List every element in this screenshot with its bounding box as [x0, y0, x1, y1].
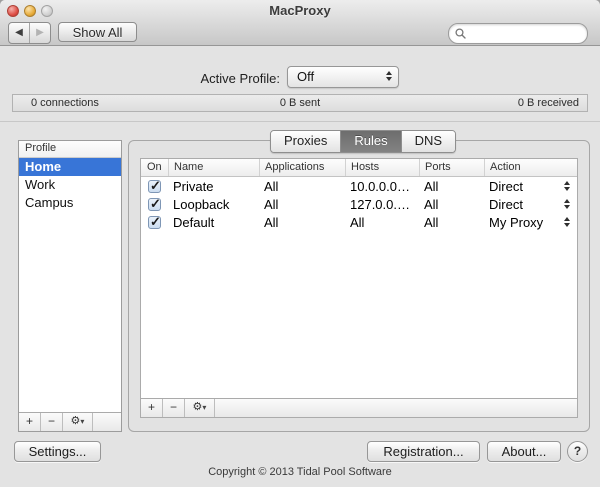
rule-enabled-checkbox[interactable]: ✓ [148, 195, 161, 211]
sidebar-item-campus[interactable]: Campus [19, 194, 121, 212]
back-icon: ◀ [15, 27, 23, 38]
bytes-sent: 0 B sent [279, 97, 321, 109]
stepper-down-icon [564, 205, 570, 209]
popup-stepper-icon [564, 181, 570, 191]
remove-profile-button[interactable]: − [41, 413, 63, 431]
macproxy-window: MacProxy ◀ ▶ Show All Active Profile: Of… [0, 0, 600, 487]
rule-enabled-checkbox[interactable]: ✓ [148, 213, 161, 229]
rules-toolbar: + − ⚙▾ [141, 398, 577, 417]
rule-ports: All [424, 196, 439, 212]
check-icon: ✓ [150, 177, 161, 193]
check-icon: ✓ [150, 195, 161, 211]
search-field[interactable] [448, 23, 588, 44]
active-profile-popup[interactable]: Off [287, 66, 399, 88]
column-header-applications[interactable]: Applications [259, 159, 345, 176]
rule-applications: All [264, 196, 279, 212]
add-rule-button[interactable]: + [141, 399, 163, 417]
rule-enabled-checkbox[interactable]: ✓ [148, 177, 161, 193]
rule-applications: All [264, 214, 279, 230]
rule-action-popup[interactable]: Direct [484, 179, 577, 194]
chevron-down-icon: ▾ [202, 403, 207, 412]
nav-button-group: ◀ ▶ [8, 22, 51, 44]
stepper-up-icon [564, 199, 570, 203]
search-input[interactable] [466, 26, 587, 41]
forward-button[interactable]: ▶ [30, 23, 50, 43]
section-divider [0, 121, 600, 122]
copyright-text: Copyright © 2013 Tidal Pool Software [208, 466, 392, 478]
rule-action-value: My Proxy [489, 214, 544, 230]
rule-ports: All [424, 214, 439, 230]
profile-list-header: Profile [19, 141, 121, 158]
popup-stepper-icon [386, 71, 392, 81]
chevron-down-icon: ▾ [80, 417, 85, 426]
column-header-action[interactable]: Action [484, 159, 577, 176]
sidebar-item-work[interactable]: Work [19, 176, 121, 194]
remove-rule-button[interactable]: − [163, 399, 185, 417]
window-title: MacProxy [269, 3, 331, 18]
minus-icon: − [169, 400, 177, 414]
rules-table: On Name Applications Hosts Ports Action … [140, 158, 578, 418]
back-button[interactable]: ◀ [9, 23, 30, 43]
rule-ports: All [424, 178, 439, 194]
stepper-up-icon [564, 181, 570, 185]
forward-icon: ▶ [36, 27, 44, 38]
sidebar-toolbar: + − ⚙▾ [19, 412, 121, 431]
table-header: On Name Applications Hosts Ports Action [141, 159, 577, 177]
show-all-button[interactable]: Show All [58, 22, 137, 42]
stepper-up-icon [386, 71, 392, 75]
rule-name: Loopback [173, 196, 230, 212]
stepper-up-icon [564, 217, 570, 221]
help-button[interactable]: ? [567, 441, 588, 462]
check-icon: ✓ [150, 213, 161, 229]
table-row[interactable]: ✓ Default All All All My Proxy [141, 213, 577, 231]
table-row[interactable]: ✓ Loopback All 127.0.0.… All Direct [141, 195, 577, 213]
title-bar: MacProxy ◀ ▶ Show All [0, 0, 600, 46]
rule-action-value: Direct [489, 196, 523, 212]
tab-proxies[interactable]: Proxies [271, 131, 342, 152]
gear-icon: ⚙ [70, 415, 81, 427]
bytes-received: 0 B received [517, 97, 579, 109]
rule-hosts: 127.0.0.… [350, 196, 410, 212]
sidebar-item-home[interactable]: Home [19, 158, 121, 176]
registration-button[interactable]: Registration... [367, 441, 480, 462]
rule-hosts: 10.0.0.0… [350, 178, 410, 194]
column-header-on[interactable]: On [141, 159, 168, 176]
popup-stepper-icon [564, 199, 570, 209]
column-header-hosts[interactable]: Hosts [345, 159, 419, 176]
rule-action-value: Direct [489, 178, 523, 194]
active-profile-value: Off [297, 69, 315, 84]
stepper-down-icon [386, 77, 392, 81]
rule-actions-button[interactable]: ⚙▾ [185, 399, 215, 417]
rule-action-popup[interactable]: My Proxy [484, 215, 577, 230]
rule-hosts: All [350, 214, 365, 230]
popup-stepper-icon [564, 217, 570, 227]
zoom-button [41, 5, 53, 17]
rule-applications: All [264, 178, 279, 194]
table-row[interactable]: ✓ Private All 10.0.0.0… All Direct [141, 177, 577, 195]
rule-action-popup[interactable]: Direct [484, 197, 577, 212]
search-icon [455, 28, 466, 39]
minus-icon: − [47, 414, 55, 428]
tab-rules[interactable]: Rules [341, 131, 402, 152]
close-button[interactable] [7, 5, 19, 17]
stepper-down-icon [564, 223, 570, 227]
active-profile-label: Active Profile: [200, 71, 280, 86]
stepper-down-icon [564, 187, 570, 191]
column-header-ports[interactable]: Ports [419, 159, 484, 176]
tab-bar: Proxies Rules DNS [270, 130, 457, 153]
gear-icon: ⚙ [192, 401, 203, 413]
about-button[interactable]: About... [487, 441, 561, 462]
rule-name: Private [173, 178, 214, 194]
plus-icon: + [25, 414, 33, 428]
settings-button[interactable]: Settings... [14, 441, 101, 462]
tab-dns[interactable]: DNS [401, 131, 456, 152]
rule-name: Default [173, 214, 215, 230]
status-bar: 0 connections 0 B sent 0 B received [12, 94, 588, 112]
minimize-button[interactable] [24, 5, 36, 17]
column-header-name[interactable]: Name [168, 159, 259, 176]
profile-sidebar: Profile Home Work Campus + − ⚙▾ [18, 140, 122, 432]
plus-icon: + [147, 400, 155, 414]
profile-actions-button[interactable]: ⚙▾ [63, 413, 93, 431]
add-profile-button[interactable]: + [19, 413, 41, 431]
